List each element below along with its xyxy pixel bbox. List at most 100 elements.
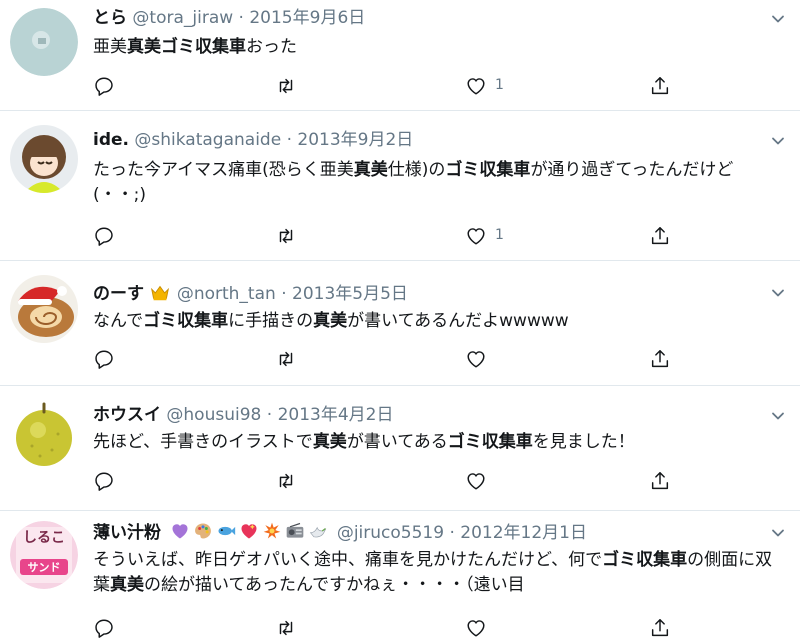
sparkling-heart-icon — [241, 524, 257, 539]
tweet-header: 薄い汁粉 @jiruco5519 · 2012年12月1日 — [93, 521, 587, 547]
like-button[interactable]: 1 — [465, 225, 504, 249]
like-button[interactable]: 1 — [465, 75, 504, 99]
chevron-down-icon[interactable] — [770, 285, 786, 301]
reply-button[interactable] — [93, 470, 115, 494]
display-name[interactable]: ホウスイ — [93, 405, 161, 425]
retweet-button[interactable] — [275, 75, 297, 99]
avatar-text: しるこ サンド — [23, 530, 65, 574]
tweet-header: とら @tora_jiraw · 2015年9月6日 — [93, 7, 365, 29]
tweet-date[interactable]: 2013年9月2日 — [297, 130, 413, 150]
avatar[interactable] — [10, 400, 78, 468]
like-count: 1 — [495, 77, 504, 93]
like-count: 1 — [495, 227, 504, 243]
share-icon — [651, 619, 669, 637]
retweet-icon — [279, 473, 293, 489]
tweet-header: ホウスイ @housui98 · 2013年4月2日 — [93, 404, 393, 426]
reply-button[interactable] — [93, 75, 115, 99]
retweet-button[interactable] — [275, 470, 297, 494]
chevron-down-icon[interactable] — [770, 408, 786, 424]
tweet-text: たった今アイマス痛車(恐らく亜美真美仕様)のゴミ収集車が通り過ぎてったんだけど(… — [93, 160, 734, 205]
tweet-text: そういえば、昨日ゲオパいく途中、痛車を見かけたんだけど、何でゴミ収集車の側面に双… — [93, 550, 773, 595]
share-button[interactable] — [649, 617, 671, 641]
tweet[interactable]: ide. @shikataganaide · 2013年9月2日 たった今アイマ… — [0, 111, 800, 256]
chevron-down-icon[interactable] — [770, 525, 786, 541]
retweet-button[interactable] — [275, 617, 297, 641]
reply-button[interactable] — [93, 348, 115, 372]
share-icon — [651, 472, 669, 490]
like-button[interactable] — [465, 348, 487, 372]
tweet[interactable]: しるこ サンド 薄い汁粉 @jiruco5519 · 2012年12月1日 そう… — [0, 511, 800, 641]
display-name[interactable]: 薄い汁粉 — [93, 523, 161, 543]
separator: · — [238, 8, 244, 28]
user-handle[interactable]: @north_tan — [177, 284, 276, 304]
retweet-icon — [279, 78, 293, 94]
palette-icon — [195, 523, 212, 539]
reply-icon — [95, 472, 113, 491]
retweet-icon — [279, 620, 293, 636]
avatar[interactable] — [10, 8, 78, 76]
separator: · — [449, 523, 455, 543]
chevron-down-icon[interactable] — [770, 133, 786, 149]
avatar[interactable] — [10, 125, 78, 193]
heart-icon — [467, 473, 485, 490]
avatar[interactable]: しるこ サンド — [10, 521, 78, 589]
tweet-date[interactable]: 2013年5月5日 — [292, 284, 408, 304]
fish-icon — [218, 526, 236, 536]
crown-icon — [151, 285, 170, 301]
retweet-button[interactable] — [275, 225, 297, 249]
tweet-actions: 1 — [93, 75, 683, 99]
emoji-row — [170, 521, 331, 547]
tweet-text: なんでゴミ収集車に手描きの真美が書いてあるんだよwwwww — [93, 311, 569, 331]
tweet[interactable]: のーす @north_tan · 2013年5月5日 なんでゴミ収集車に手描きの… — [0, 261, 800, 383]
share-button[interactable] — [649, 225, 671, 249]
user-handle[interactable]: @shikataganaide — [134, 130, 281, 150]
like-button[interactable] — [465, 470, 487, 494]
heart-icon — [467, 78, 485, 95]
collision-icon — [264, 522, 281, 539]
tweet-text: 亜美真美ゴミ収集車おった — [93, 37, 297, 57]
separator: · — [281, 284, 287, 304]
avatar[interactable] — [10, 275, 78, 343]
share-icon — [651, 227, 669, 245]
tweet-header: ide. @shikataganaide · 2013年9月2日 — [93, 129, 413, 151]
share-button[interactable] — [649, 470, 671, 494]
tweet-actions — [93, 470, 683, 494]
retweet-icon — [279, 228, 293, 244]
separator: · — [286, 130, 292, 150]
retweet-icon — [279, 351, 293, 367]
tweet-text: 先ほど、手書きのイラストで真美が書いてあるゴミ収集車を見ました！ — [93, 432, 635, 452]
user-handle[interactable]: @jiruco5519 — [337, 523, 444, 543]
tweet-date[interactable]: 2015年9月6日 — [249, 8, 365, 28]
heart-icon — [467, 620, 485, 637]
display-name[interactable]: のーす — [93, 284, 144, 304]
tweet-date[interactable]: 2013年4月2日 — [278, 405, 394, 425]
tweet[interactable]: とら @tora_jiraw · 2015年9月6日 亜美真美ゴミ収集車おった … — [0, 0, 800, 108]
chevron-down-icon[interactable] — [770, 11, 786, 27]
reply-icon — [95, 227, 113, 246]
tweet-date[interactable]: 2012年12月1日 — [460, 523, 587, 543]
share-icon — [651, 350, 669, 368]
user-handle[interactable]: @housui98 — [166, 405, 261, 425]
dove-icon — [310, 526, 327, 538]
display-name[interactable]: ide. — [93, 130, 129, 150]
reply-button[interactable] — [93, 225, 115, 249]
like-button[interactable] — [465, 617, 487, 641]
reply-icon — [95, 77, 113, 96]
tweet-header: のーす @north_tan · 2013年5月5日 — [93, 281, 408, 305]
radio-icon — [287, 522, 304, 538]
reply-icon — [95, 619, 113, 638]
reply-button[interactable] — [93, 617, 115, 641]
heart-icon — [467, 228, 485, 245]
heart-icon — [467, 351, 485, 368]
tweet-actions — [93, 348, 683, 372]
purple-heart-icon — [172, 524, 188, 539]
tweet-actions — [93, 617, 683, 641]
share-button[interactable] — [649, 348, 671, 372]
tweet-actions: 1 — [93, 225, 683, 249]
share-button[interactable] — [649, 75, 671, 99]
tweet[interactable]: ホウスイ @housui98 · 2013年4月2日 先ほど、手書きのイラストで… — [0, 386, 800, 508]
retweet-button[interactable] — [275, 348, 297, 372]
user-handle[interactable]: @tora_jiraw — [132, 8, 233, 28]
display-name[interactable]: とら — [93, 8, 127, 28]
separator: · — [266, 405, 273, 425]
